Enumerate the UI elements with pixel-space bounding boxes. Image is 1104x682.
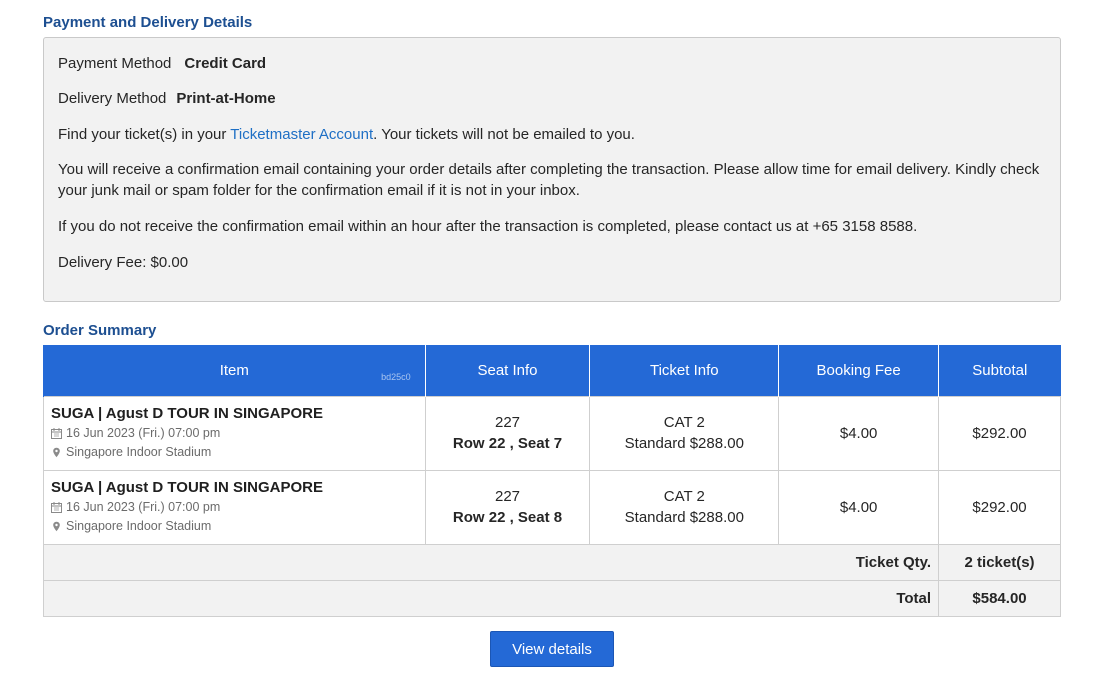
find-tickets-prefix: Find your ticket(s) in your xyxy=(58,126,231,143)
column-header-seat-info: Seat Info xyxy=(424,345,590,396)
event-venue: Singapore Indoor Stadium xyxy=(51,517,425,536)
find-tickets-suffix: . Your tickets will not be emailed to yo… xyxy=(373,126,635,143)
ticket-category: CAT 2 xyxy=(663,488,705,505)
seat-info-cell: 227 Row 22 , Seat 7 xyxy=(424,395,591,471)
delivery-method-label: Delivery Method xyxy=(58,90,167,107)
order-summary-title: Order Summary xyxy=(43,322,157,339)
column-header-booking-fee: Booking Fee xyxy=(778,345,939,396)
seat-row-seat: Row 22 , Seat 8 xyxy=(452,509,563,526)
ticket-qty-value: 2 ticket(s) xyxy=(938,543,1061,581)
item-cell: SUGA | Agust D TOUR IN SINGAPORE 16 Jun … xyxy=(43,469,426,545)
event-date-text: 16 Jun 2023 (Fri.) 07:00 pm xyxy=(66,500,221,514)
booking-fee-cell: $4.00 xyxy=(778,469,940,545)
delivery-method-value: Print-at-Home xyxy=(176,90,276,107)
ticketmaster-account-link[interactable]: Ticketmaster Account xyxy=(230,126,373,143)
seat-row-seat: Row 22 , Seat 7 xyxy=(452,435,563,452)
event-venue: Singapore Indoor Stadium xyxy=(51,443,425,462)
delivery-fee: Delivery Fee: $0.00 xyxy=(58,254,189,271)
contact-text: If you do not receive the confirmation e… xyxy=(58,218,918,235)
ticket-type: Standard $288.00 xyxy=(624,509,744,526)
column-header-item: Item bd25c0 xyxy=(43,345,426,396)
ticket-info-cell: CAT 2 Standard $288.00 xyxy=(589,469,780,545)
table-header-row: Item bd25c0 Seat Info Ticket Info Bookin… xyxy=(43,345,1061,396)
location-pin-icon xyxy=(53,521,60,532)
event-venue-text: Singapore Indoor Stadium xyxy=(66,445,212,459)
column-header-subtotal: Subtotal xyxy=(938,345,1061,396)
ticket-qty-label: Ticket Qty. xyxy=(42,543,940,581)
ticket-category: CAT 2 xyxy=(663,414,705,431)
subtotal-cell: $292.00 xyxy=(938,395,1061,471)
find-tickets-text: Find your ticket(s) in your Ticketmaster… xyxy=(58,124,635,145)
total-label: Total xyxy=(42,579,940,617)
total-row: Total $584.00 xyxy=(42,579,1061,617)
seat-section: 227 xyxy=(494,414,521,431)
ticket-info-cell: CAT 2 Standard $288.00 xyxy=(589,395,780,471)
view-details-button[interactable]: View details xyxy=(490,631,614,667)
event-date: 16 Jun 2023 (Fri.) 07:00 pm xyxy=(51,424,425,443)
booking-fee-cell: $4.00 xyxy=(778,395,940,471)
payment-delivery-title: Payment and Delivery Details xyxy=(43,14,253,31)
event-name: SUGA | Agust D TOUR IN SINGAPORE xyxy=(51,405,323,422)
table-row: SUGA | Agust D TOUR IN SINGAPORE 16 Jun … xyxy=(43,395,1061,471)
seat-info-cell: 227 Row 22 , Seat 8 xyxy=(424,469,591,545)
order-summary-table: Item bd25c0 Seat Info Ticket Info Bookin… xyxy=(42,345,1061,617)
delivery-method-line: Delivery Method Print-at-Home xyxy=(58,88,276,109)
location-pin-icon xyxy=(53,447,60,458)
event-date: 16 Jun 2023 (Fri.) 07:00 pm xyxy=(51,498,425,517)
table-row: SUGA | Agust D TOUR IN SINGAPORE 16 Jun … xyxy=(43,469,1061,545)
payment-delivery-panel: Payment Method Credit Card Delivery Metho… xyxy=(43,37,1061,302)
ticket-type: Standard $288.00 xyxy=(624,435,744,452)
payment-method-label: Payment Method xyxy=(58,55,172,72)
column-header-ticket-info: Ticket Info xyxy=(589,345,779,396)
payment-method-value: Credit Card xyxy=(184,55,267,72)
subtotal-cell: $292.00 xyxy=(938,469,1061,545)
calendar-icon xyxy=(51,502,62,513)
calendar-icon xyxy=(51,428,62,439)
total-value: $584.00 xyxy=(938,579,1061,617)
payment-method-line: Payment Method Credit Card xyxy=(58,53,266,74)
header-hash: bd25c0 xyxy=(381,371,411,382)
confirmation-email-text: You will receive a confirmation email co… xyxy=(58,161,1040,199)
event-name: SUGA | Agust D TOUR IN SINGAPORE xyxy=(51,479,323,496)
item-cell: SUGA | Agust D TOUR IN SINGAPORE 16 Jun … xyxy=(43,395,426,471)
ticket-qty-row: Ticket Qty. 2 ticket(s) xyxy=(42,543,1061,581)
event-date-text: 16 Jun 2023 (Fri.) 07:00 pm xyxy=(66,426,221,440)
seat-section: 227 xyxy=(494,488,521,505)
event-venue-text: Singapore Indoor Stadium xyxy=(66,519,212,533)
